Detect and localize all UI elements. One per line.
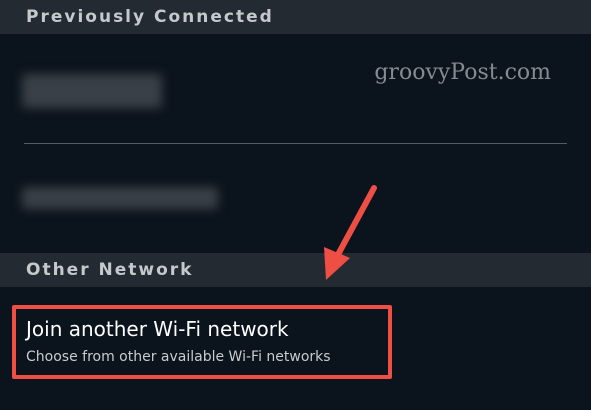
join-another-network-item[interactable]: Join another Wi-Fi network Choose from o… xyxy=(0,288,591,410)
section-header-other-network: Other Network xyxy=(0,253,591,287)
network-name-redacted xyxy=(22,187,218,209)
watermark: groovyPost.com xyxy=(374,60,551,85)
section-header-previously-connected: Previously Connected xyxy=(0,0,591,34)
wifi-settings-screen: Previously Connected groovyPost.com Othe… xyxy=(0,0,591,410)
network-item-2[interactable] xyxy=(0,145,591,252)
network-item-1[interactable] xyxy=(0,36,591,144)
list-divider xyxy=(24,143,567,144)
network-name-redacted xyxy=(22,74,162,108)
highlight-box xyxy=(12,305,392,379)
